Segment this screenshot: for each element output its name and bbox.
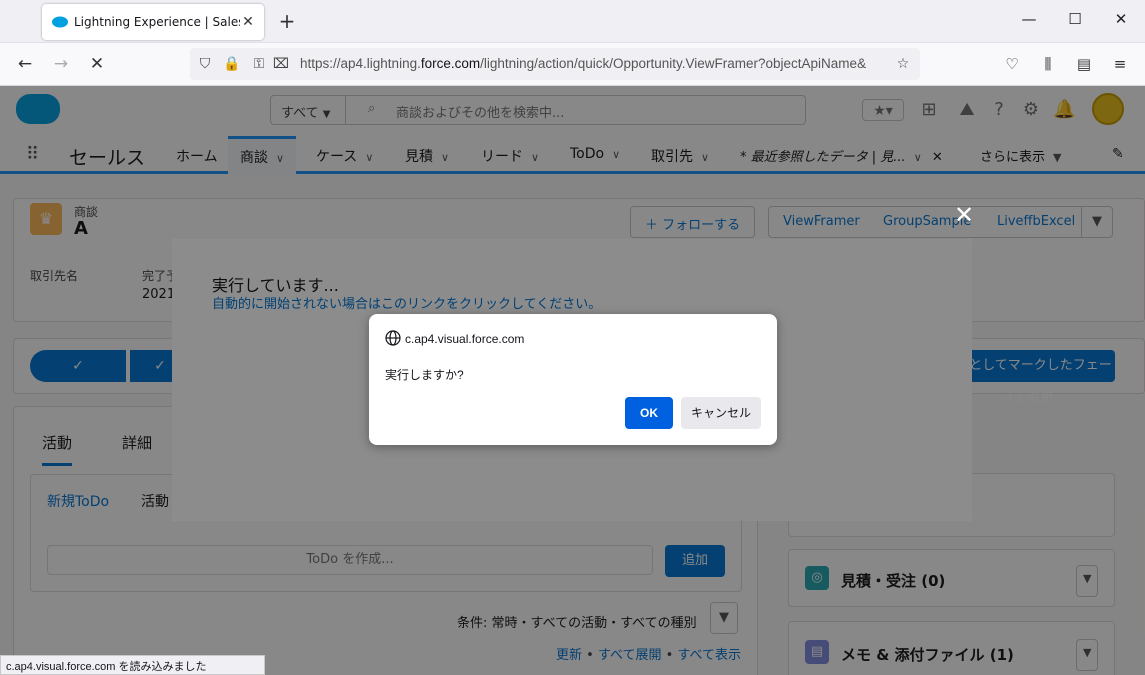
forward-icon[interactable]: → [50,53,72,75]
confirm-dialog: c.ap4.visual.force.com 実行しますか? OK キャンセル [369,314,777,445]
camera-blocked-icon[interactable]: ⌧ [272,55,290,73]
sidebar-icon[interactable]: ▤ [1073,53,1095,75]
confirm-message: 実行しますか? [385,368,464,382]
shield-icon[interactable]: ⛉ [196,55,214,73]
permissions-icon[interactable]: ⚿ [250,55,268,73]
globe-icon [385,330,401,346]
browser-tab-bar: Lightning Experience | Salesforce ✕ + — … [0,0,1145,43]
modal-close-icon[interactable]: ✕ [952,201,976,229]
confirm-origin: c.ap4.visual.force.com [405,332,525,346]
close-window-icon[interactable]: ✕ [1110,10,1132,28]
browser-tab[interactable]: Lightning Experience | Salesforce ✕ [42,4,264,40]
url-bar[interactable]: ⛉ 🔒 ⚿ ⌧ https://ap4.lightning.force.com/… [190,48,920,80]
lock-icon[interactable]: 🔒 [223,55,241,73]
pocket-icon[interactable]: ♡ [1001,53,1023,75]
bookmark-star-icon[interactable]: ☆ [894,55,912,73]
back-icon[interactable]: ← [14,53,36,75]
minimize-icon[interactable]: — [1018,10,1040,28]
browser-nav-bar: ← → ✕ ⛉ 🔒 ⚿ ⌧ https://ap4.lightning.forc… [0,43,1145,86]
url-text[interactable]: https://ap4.lightning.force.com/lightnin… [300,56,888,71]
status-bar: c.ap4.visual.force.com を読み込みました [0,655,265,675]
maximize-icon[interactable]: ☐ [1064,10,1086,28]
ok-button[interactable]: OK [625,397,673,429]
tab-close-icon[interactable]: ✕ [240,14,256,30]
library-icon[interactable]: ⫼ [1037,53,1059,75]
salesforce-favicon-icon [52,16,68,28]
cancel-button[interactable]: キャンセル [681,397,761,429]
stop-icon[interactable]: ✕ [86,53,108,75]
tab-title: Lightning Experience | Salesforce [74,15,240,29]
new-tab-icon[interactable]: + [278,10,296,32]
menu-icon[interactable]: ≡ [1109,53,1131,75]
